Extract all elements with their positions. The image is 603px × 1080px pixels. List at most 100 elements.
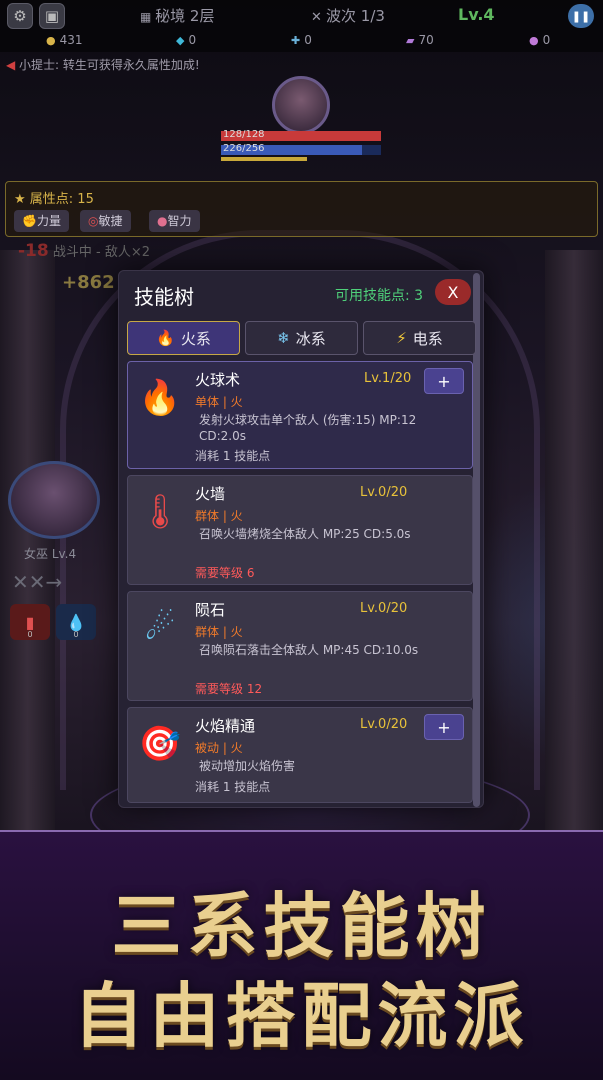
intelligence-button[interactable]: ●智力 <box>149 210 200 232</box>
close-button[interactable]: X <box>435 279 471 305</box>
skill-tree-modal: 技能树 可用技能点: 3 X 🔥 火系 ❄ 冰系 ⚡ 电系 🔥 火球术 Lv.1… <box>118 270 484 808</box>
hero-portrait[interactable] <box>8 461 100 539</box>
skill-card-meteor[interactable]: ☄ 陨石 Lv.0/20 群体 | 火 召唤陨石落击全体敌人 MP:45 CD:… <box>127 591 473 701</box>
thermometer-icon: 🌡 <box>138 492 182 532</box>
fire-icon: 🔥 <box>156 329 175 347</box>
skill-tag: 群体 | 火 <box>195 625 243 639</box>
attribute-points: ★ 属性点: 15 <box>14 188 94 207</box>
skill-level: Lv.0/20 <box>360 601 408 616</box>
top-bar: ⚙ ▣ ▦ 秘境 2层 ✕ 波次 1/3 Lv.4 ❚❚ <box>0 0 603 30</box>
diamond-icon: ◆ <box>176 34 185 47</box>
gold-counter: ● 431 <box>46 33 83 47</box>
tab-ice[interactable]: ❄ 冰系 <box>245 321 358 355</box>
skill-description: 召唤陨石落击全体敌人 MP:45 CD:10.0s <box>199 643 419 657</box>
tab-fire[interactable]: 🔥 火系 <box>127 321 240 355</box>
close-icon: X <box>447 282 459 302</box>
skill-name: 陨石 <box>195 601 226 619</box>
battle-status: -18 战斗中 - 敌人×2 <box>18 241 150 261</box>
comet-icon: ☄ <box>144 608 176 648</box>
agility-button[interactable]: ◎敏捷 <box>80 210 131 232</box>
tip-text: 小提士: 转生可获得永久属性加成! <box>19 58 200 72</box>
damage-miss: -18 <box>18 241 49 261</box>
save-button[interactable]: ▣ <box>39 3 65 29</box>
wave-counter: ✕ 波次 1/3 <box>311 5 385 26</box>
enemy-mp-text: 226/256 <box>223 143 265 154</box>
potion-red-icon: ▮ <box>25 612 35 632</box>
tip-banner: ◀ 小提士: 转生可获得永久属性加成! <box>6 56 200 73</box>
target-icon: 🎯 <box>138 724 182 764</box>
skill-cost: 消耗 1 技能点 <box>195 449 271 463</box>
left-pillar <box>0 250 55 830</box>
muscle-icon: ✊ <box>22 214 37 228</box>
attribute-panel: ★ 属性点: 15 ✊力量 ◎敏捷 ●智力 <box>5 181 598 237</box>
promo-banner: 三系技能树 自由搭配流派 <box>0 830 603 1080</box>
book-counter: ▰ 70 <box>406 33 434 47</box>
skill-card-fire-wall[interactable]: 🌡 火墙 Lv.0/20 群体 | 火 召唤火墙烤烧全体敌人 MP:25 CD:… <box>127 475 473 585</box>
promo-line-1: 三系技能树 <box>111 885 492 967</box>
target-icon: ◎ <box>88 214 99 228</box>
add-skill-point-button[interactable]: + <box>424 368 464 394</box>
skill-tree-title: 技能树 <box>134 285 194 309</box>
book-value: 70 <box>418 33 434 47</box>
skill-name: 火墙 <box>195 485 226 503</box>
tab-lightning-label: 电系 <box>412 329 443 348</box>
enemy-mp-bar: 226/256 <box>221 143 381 155</box>
skill-tag: 群体 | 火 <box>195 509 243 523</box>
agility-label: 敏捷 <box>98 214 123 228</box>
red-potion-count: 0 <box>27 630 33 639</box>
orb-counter: ● 0 <box>529 33 550 47</box>
star-icon: ★ <box>14 192 30 207</box>
skill-level: Lv.0/20 <box>360 717 408 732</box>
settings-button[interactable]: ⚙ <box>7 3 33 29</box>
skill-description: 被动增加火焰伤害 <box>199 759 296 773</box>
battle-status-text: 战斗中 - 敌人×2 <box>52 245 150 260</box>
cross-gem-counter: ✚ 0 <box>291 33 312 47</box>
save-icon: ▣ <box>44 7 60 25</box>
enemy-hp-bar: 128/128 <box>221 129 381 141</box>
skill-tag: 被动 | 火 <box>195 741 243 755</box>
add-skill-point-button[interactable]: + <box>424 714 464 740</box>
skill-description: 召唤火墙烤烧全体敌人 MP:25 CD:5.0s <box>199 527 411 541</box>
pause-button[interactable]: ❚❚ <box>568 4 594 28</box>
attribute-points-text: 属性点: 15 <box>29 192 94 207</box>
cross-gem-icon: ✚ <box>291 34 301 47</box>
orb-icon: ● <box>529 34 539 47</box>
right-pillar <box>545 250 603 830</box>
skill-cost: 消耗 1 技能点 <box>195 780 271 794</box>
skill-level: Lv.0/20 <box>360 485 408 500</box>
brain-icon: ● <box>157 214 168 228</box>
swords-icon: ✕ <box>311 10 327 25</box>
wave-text: 波次 1/3 <box>326 7 385 25</box>
pause-icon: ❚❚ <box>571 9 591 23</box>
tab-lightning[interactable]: ⚡ 电系 <box>363 321 476 355</box>
book-icon: ▰ <box>406 34 415 47</box>
resource-bar: ● 431 ◆ 0 ✚ 0 ▰ 70 ● 0 <box>0 30 603 52</box>
strength-label: 力量 <box>36 214 61 228</box>
diamond-counter: ◆ 0 <box>176 33 196 47</box>
skill-card-fireball[interactable]: 🔥 火球术 Lv.1/20 + 单体 | 火 发射火球攻击单个敌人 (伤害:15… <box>127 361 473 469</box>
enemy-charge-bar <box>221 157 307 161</box>
enemy-portrait[interactable] <box>272 76 330 134</box>
potion-blue-icon: 💧 <box>66 612 86 632</box>
red-potion-button[interactable]: ▮ 0 <box>10 604 50 640</box>
cross-gem-value: 0 <box>304 33 312 47</box>
gold-value: 431 <box>59 33 83 47</box>
skill-card-fire-mastery[interactable]: 🎯 火焰精通 Lv.0/20 + 被动 | 火 被动增加火焰伤害 消耗 1 技能… <box>127 707 473 803</box>
hero-name: 女巫 Lv.4 <box>24 547 77 561</box>
stage-title: ▦ 秘境 2层 <box>140 5 214 26</box>
enemy-hp-text: 128/128 <box>223 129 265 140</box>
blue-potion-button[interactable]: 💧 0 <box>56 604 96 640</box>
skill-tag: 单体 | 火 <box>195 395 243 409</box>
strength-button[interactable]: ✊力量 <box>14 210 69 232</box>
skill-name: 火球术 <box>195 371 241 389</box>
snowflake-icon: ❄ <box>277 329 290 347</box>
promo-line-2: 自由搭配流派 <box>73 975 530 1057</box>
skill-description: 发射火球攻击单个敌人 (伤害:15) MP:12 CD:2.0s <box>199 413 417 443</box>
gear-icon: ⚙ <box>13 7 27 25</box>
tab-fire-label: 火系 <box>180 329 211 348</box>
tab-ice-label: 冰系 <box>295 329 326 348</box>
damage-gain: +862 <box>62 272 115 293</box>
gold-bag-icon: ● <box>46 34 56 47</box>
fire-icon: 🔥 <box>138 378 182 418</box>
orb-value: 0 <box>542 33 551 47</box>
